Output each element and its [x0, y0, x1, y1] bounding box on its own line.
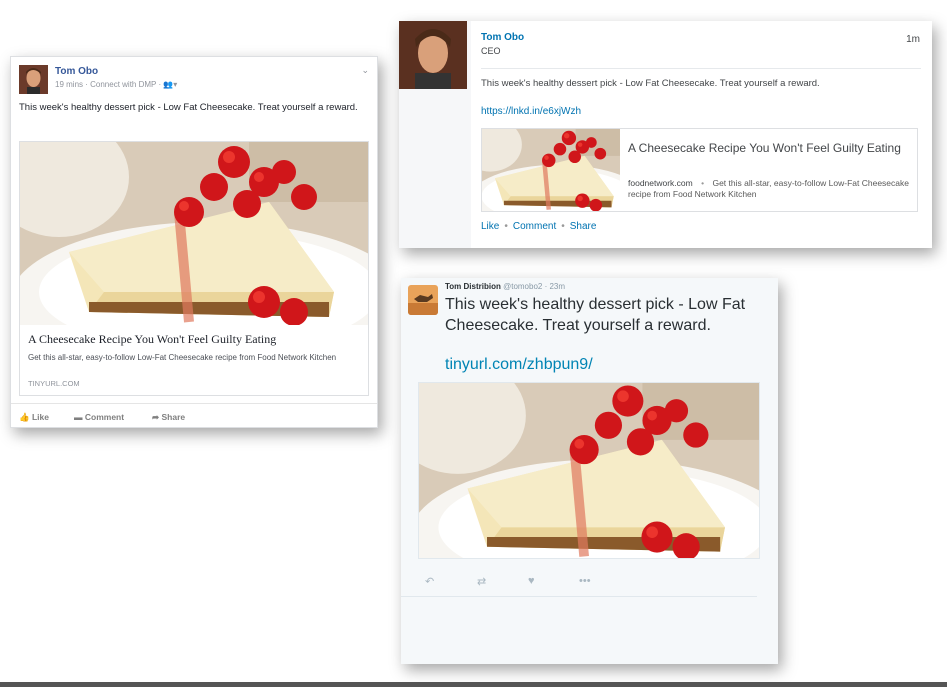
comment-label: Comment: [84, 412, 125, 422]
twitter-post-card: Tom Distribion @tomobo2 · 23m This week'…: [401, 278, 778, 664]
share-icon: ➦: [152, 412, 160, 422]
avatar[interactable]: [19, 65, 48, 94]
facebook-post-card: Tom Obo 19 mins · Connect with DMP · 👥▾ …: [10, 56, 378, 428]
author-line: Tom Distribion @tomobo2 · 23m: [445, 282, 565, 291]
avatar[interactable]: [408, 285, 438, 315]
chevron-down-icon[interactable]: ⌄: [361, 65, 369, 76]
bottom-bar: [0, 682, 947, 687]
cheesecake-thumbnail[interactable]: [482, 129, 620, 211]
tweet-text: This week's healthy dessert pick - Low F…: [445, 296, 746, 334]
cheesecake-image[interactable]: [418, 382, 760, 559]
share-label: Share: [161, 412, 186, 422]
link-meta: foodnetwork.com • Get this all-star, eas…: [628, 178, 909, 199]
like-button[interactable]: 👍 Like: [19, 412, 49, 423]
author-title: CEO: [481, 46, 501, 56]
comment-icon: ▬: [74, 412, 83, 422]
linkedin-post-card: Tom Obo CEO 1m This week's healthy desse…: [399, 21, 932, 248]
action-bar: Like • Comment • Share: [481, 221, 597, 232]
cheesecake-image[interactable]: [20, 142, 368, 325]
reply-icon[interactable]: ↶: [425, 575, 434, 588]
audience-icon[interactable]: 👥▾: [163, 80, 177, 89]
link-preview[interactable]: A Cheesecake Recipe You Won't Feel Guilt…: [481, 128, 918, 212]
link-preview[interactable]: A Cheesecake Recipe You Won't Feel Guilt…: [19, 141, 369, 396]
divider: [481, 68, 921, 69]
link-domain: TINYURL.COM: [28, 379, 80, 388]
link-description: Get this all-star, easy-to-follow Low-Fa…: [28, 353, 337, 362]
comment-button[interactable]: Comment: [513, 221, 556, 232]
author-name[interactable]: Tom Distribion: [445, 282, 501, 291]
author-name[interactable]: Tom Obo: [481, 32, 524, 43]
retweet-icon[interactable]: ⇄: [477, 575, 486, 588]
post-text: This week's healthy dessert pick - Low F…: [19, 102, 358, 113]
like-label: Like: [31, 412, 49, 422]
avatar[interactable]: [399, 21, 467, 89]
tweet-link[interactable]: tinyurl.com/zhbpun9/: [445, 356, 593, 374]
timestamp: 1m: [906, 34, 920, 45]
heart-icon[interactable]: ♥: [528, 575, 535, 587]
post-text: This week's healthy dessert pick - Low F…: [481, 78, 820, 89]
like-button[interactable]: Like: [481, 221, 499, 232]
thumbs-up-icon: 👍: [19, 412, 30, 422]
post-meta: 19 mins · Connect with DMP · 👥▾: [55, 80, 177, 89]
post-meta-text: 19 mins · Connect with DMP ·: [55, 80, 162, 89]
share-button[interactable]: Share: [570, 221, 597, 232]
more-icon[interactable]: •••: [579, 575, 591, 587]
divider: [401, 596, 757, 597]
author-name[interactable]: Tom Obo: [55, 66, 98, 77]
share-button[interactable]: ➦ Share: [152, 412, 185, 423]
post-panel: Tom Obo CEO 1m This week's healthy desse…: [471, 21, 932, 248]
link-domain: foodnetwork.com: [628, 178, 693, 188]
link-title[interactable]: A Cheesecake Recipe You Won't Feel Guilt…: [28, 332, 276, 347]
comment-button[interactable]: ▬ Comment: [74, 412, 124, 422]
link-title[interactable]: A Cheesecake Recipe You Won't Feel Guilt…: [628, 140, 908, 156]
post-link[interactable]: https://lnkd.in/e6xjWzh: [481, 106, 581, 117]
author-handle[interactable]: @tomobo2 · 23m: [503, 282, 565, 291]
action-bar: 👍 Like ▬ Comment ➦ Share: [11, 403, 377, 424]
